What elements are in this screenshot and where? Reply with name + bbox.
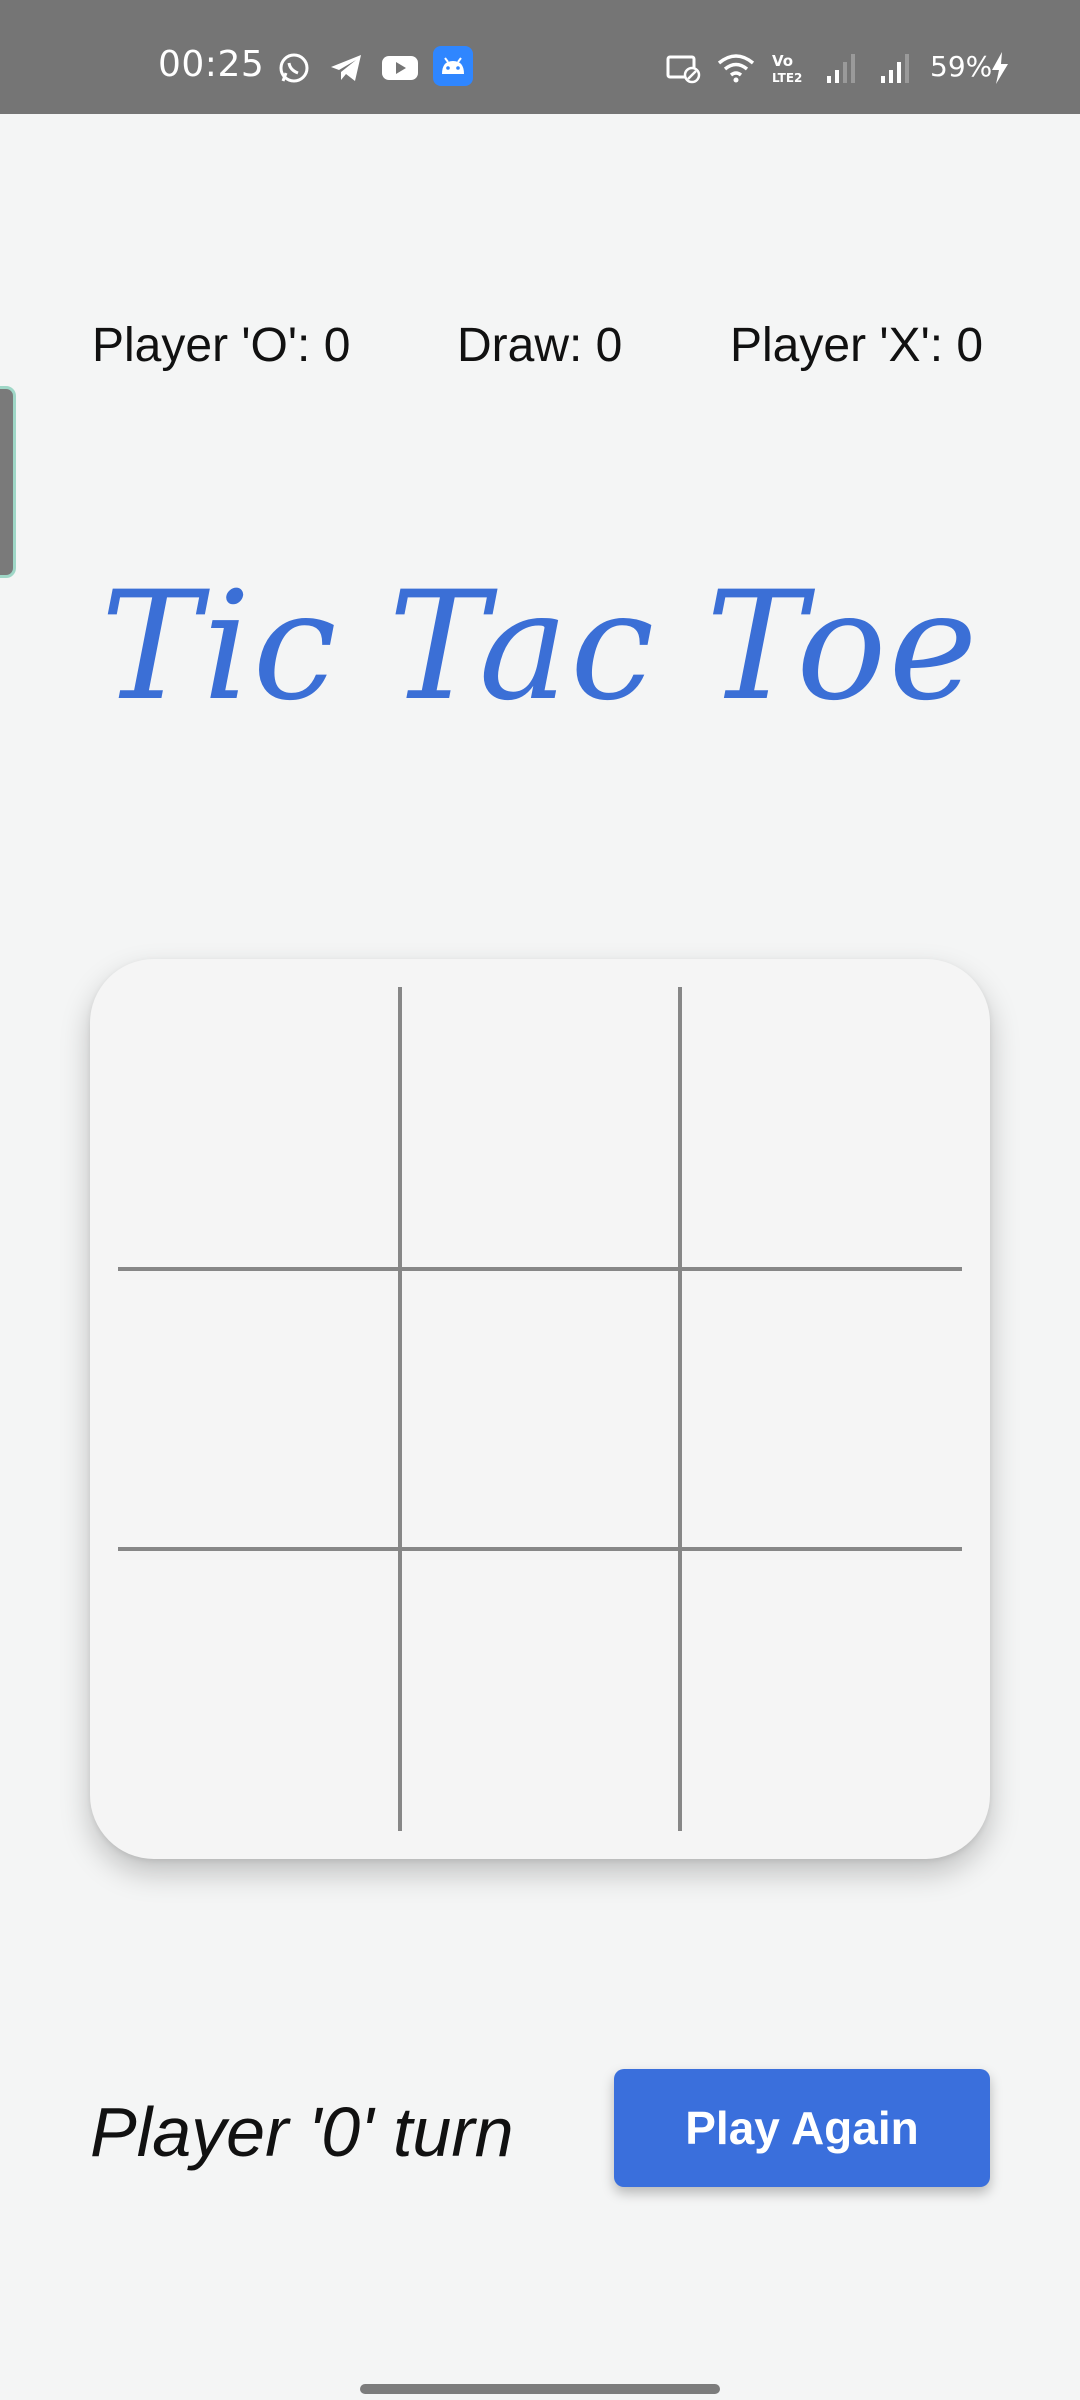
youtube-icon — [382, 56, 418, 80]
turn-indicator: Player '0' turn — [90, 2093, 514, 2171]
svg-text:Vo: Vo — [772, 52, 793, 70]
status-bar: 00:25 Vo LTE2 59% — [0, 0, 1080, 114]
svg-text:LTE2: LTE2 — [772, 71, 802, 85]
signal-icon — [881, 54, 909, 83]
board-cell-5[interactable] — [400, 1269, 680, 1549]
status-time: 00:25 — [158, 44, 265, 85]
home-indicator[interactable] — [360, 2384, 720, 2394]
board-cell-4[interactable] — [118, 1269, 398, 1549]
whatsapp-icon — [279, 53, 309, 83]
cast-off-icon — [666, 55, 701, 84]
game-board — [90, 959, 990, 1859]
board-cell-1[interactable] — [118, 987, 398, 1267]
score-draw: Draw: 0 — [457, 319, 623, 372]
board-cell-9[interactable] — [680, 1549, 960, 1829]
signal-weak-icon — [827, 54, 855, 83]
score-player-o: Player 'O': 0 — [92, 319, 351, 372]
battery-charging-icon — [992, 52, 1008, 84]
score-player-x: Player 'X': 0 — [730, 319, 984, 372]
board-cell-8[interactable] — [400, 1549, 680, 1829]
battery-percent: 59% — [930, 50, 993, 83]
volte-icon: Vo LTE2 — [772, 52, 802, 85]
edge-panel-handle[interactable] — [0, 386, 16, 578]
wifi-icon — [717, 54, 755, 83]
game-title: Tic Tac Toe — [100, 560, 980, 734]
board-cell-7[interactable] — [118, 1549, 398, 1829]
android-icon — [433, 46, 473, 86]
board-cell-3[interactable] — [680, 987, 960, 1267]
board-cell-6[interactable] — [680, 1269, 960, 1549]
play-again-button[interactable]: Play Again — [614, 2069, 990, 2187]
board-cell-2[interactable] — [400, 987, 680, 1267]
telegram-icon — [331, 55, 361, 81]
